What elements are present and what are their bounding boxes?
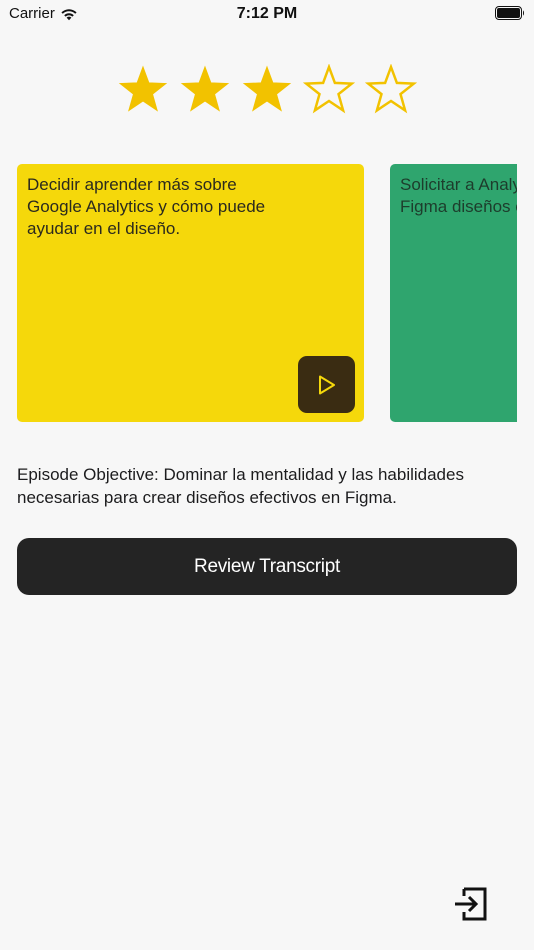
star-filled-icon[interactable] — [241, 64, 293, 116]
review-transcript-button[interactable]: Review Transcript — [17, 538, 517, 595]
episode-objective: Episode Objective: Dominar la mentalidad… — [17, 465, 464, 507]
star-empty-icon[interactable] — [303, 64, 355, 116]
episode-carousel[interactable]: Decidir aprender más sobre Google Analyt… — [17, 164, 517, 422]
clock: 7:12 PM — [236, 5, 298, 22]
card-text: Decidir aprender más sobre Google Analyt… — [27, 175, 266, 238]
star-empty-icon[interactable] — [365, 64, 417, 116]
play-icon — [318, 375, 335, 394]
episode-card[interactable]: Decidir aprender más sobre Google Analyt… — [17, 164, 364, 422]
exit-icon[interactable] — [452, 886, 488, 922]
star-filled-icon[interactable] — [179, 64, 231, 116]
battery-icon — [495, 6, 524, 20]
status-bar: Carrier 7:12 PM — [0, 0, 534, 28]
star-filled-icon[interactable] — [117, 64, 169, 116]
card-text: Solicitar a Analytics cómo utilizar Figm… — [400, 175, 517, 216]
play-button[interactable] — [298, 356, 355, 413]
episode-card[interactable]: Solicitar a Analytics cómo utilizar Figm… — [390, 164, 517, 422]
star-rating — [0, 64, 534, 116]
